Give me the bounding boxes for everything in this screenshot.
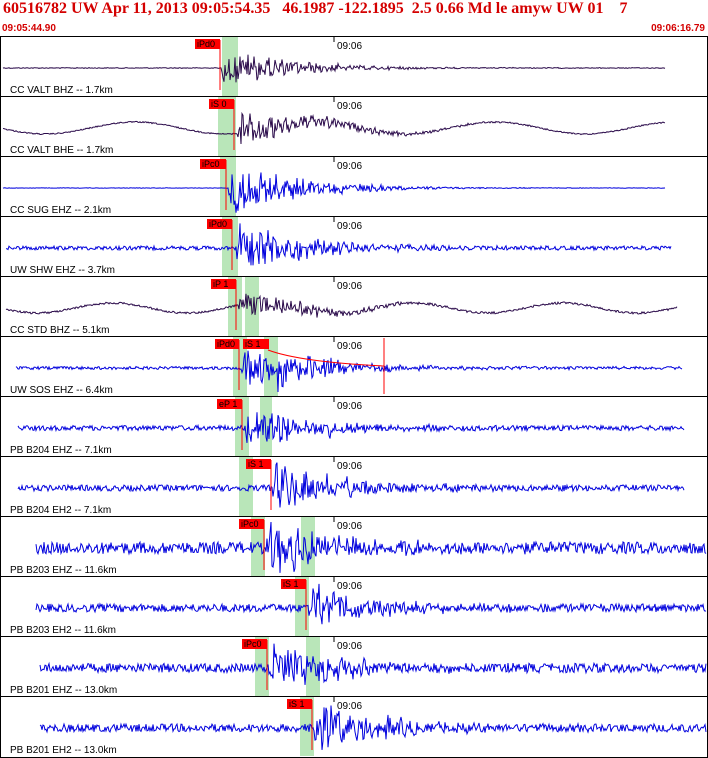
time-tick-label: 09:06 xyxy=(337,461,362,472)
station-label[interactable]: UW SOS EHZ -- 6.4km xyxy=(10,385,113,396)
phase-pick-label: iS 1 xyxy=(283,579,299,589)
phase-pick-label: iPd0 xyxy=(217,339,235,349)
station-label[interactable]: PB B203 EHZ -- 11.6km xyxy=(10,565,117,576)
phase-pick-label: iPc0 xyxy=(244,639,262,649)
phase-pick-label: iS 1 xyxy=(248,459,264,469)
time-tick-label: 09:06 xyxy=(337,701,362,712)
time-tick-label: 09:06 xyxy=(337,161,362,172)
time-tick-label: 09:06 xyxy=(337,281,362,292)
station-label[interactable]: UW SHW EHZ -- 3.7km xyxy=(10,265,115,276)
time-tick-label: 09:06 xyxy=(337,41,362,52)
s-pick-window xyxy=(260,396,272,456)
seismogram-trace xyxy=(17,412,685,443)
time-tick-label: 09:06 xyxy=(337,341,362,352)
s-pick-label: iS 1 xyxy=(245,339,261,349)
coda-curve xyxy=(267,349,385,367)
event-header: 60516782 UW Apr 11, 2013 09:05:54.35 46.… xyxy=(0,0,708,36)
phase-pick-label: iPc0 xyxy=(202,159,220,169)
station-label[interactable]: CC VALT BHZ -- 1.7km xyxy=(10,85,113,96)
window-start-time: 09:05:44.90 xyxy=(2,23,56,34)
seismogram-trace xyxy=(35,583,707,625)
seismogram-trace xyxy=(2,54,666,83)
seismogram-panel[interactable]: iPd0 09:06 CC VALT BHZ -- 1.7km iS 0 09:06 CC… xyxy=(0,36,708,758)
event-title: 60516782 UW Apr 11, 2013 09:05:54.35 46.… xyxy=(3,0,628,17)
seismogram-trace xyxy=(2,111,666,145)
phase-pick-label: iP 1 xyxy=(213,279,228,289)
time-tick-label: 09:06 xyxy=(337,401,362,412)
station-label[interactable]: CC STD BHZ -- 5.1km xyxy=(10,325,109,336)
phase-pick-label: iPc0 xyxy=(241,519,259,529)
station-label[interactable]: PB B204 EHZ -- 7.1km xyxy=(10,445,112,456)
seismogram-trace xyxy=(5,293,678,318)
seismogram-trace xyxy=(39,705,707,750)
time-tick-label: 09:06 xyxy=(337,101,362,112)
window-end-time: 09:06:16.79 xyxy=(651,23,705,34)
time-tick-label: 09:06 xyxy=(337,521,362,532)
time-tick-label: 09:06 xyxy=(337,581,362,592)
seismogram-trace xyxy=(39,643,707,685)
phase-pick-label: iPd0 xyxy=(197,39,215,49)
phase-pick-label: iPd0 xyxy=(209,219,227,229)
station-label[interactable]: PB B204 EH2 -- 7.1km xyxy=(10,505,111,516)
station-label[interactable]: PB B201 EH2 -- 13.0km xyxy=(10,745,117,756)
station-label[interactable]: PB B201 EHZ -- 13.0km xyxy=(10,685,117,696)
phase-pick-label: iS 1 xyxy=(289,699,305,709)
time-tick-label: 09:06 xyxy=(337,221,362,232)
station-label[interactable]: CC SUG EHZ -- 2.1km xyxy=(10,205,111,216)
phase-pick-label: iS 0 xyxy=(211,99,227,109)
station-label[interactable]: CC VALT BHE -- 1.7km xyxy=(10,145,113,156)
station-label[interactable]: PB B203 EH2 -- 11.6km xyxy=(10,625,116,636)
phase-pick-label: eP 1 xyxy=(219,399,237,409)
seismogram-trace xyxy=(15,350,683,393)
time-tick-label: 09:06 xyxy=(337,641,362,652)
seismogram-trace xyxy=(35,521,707,573)
